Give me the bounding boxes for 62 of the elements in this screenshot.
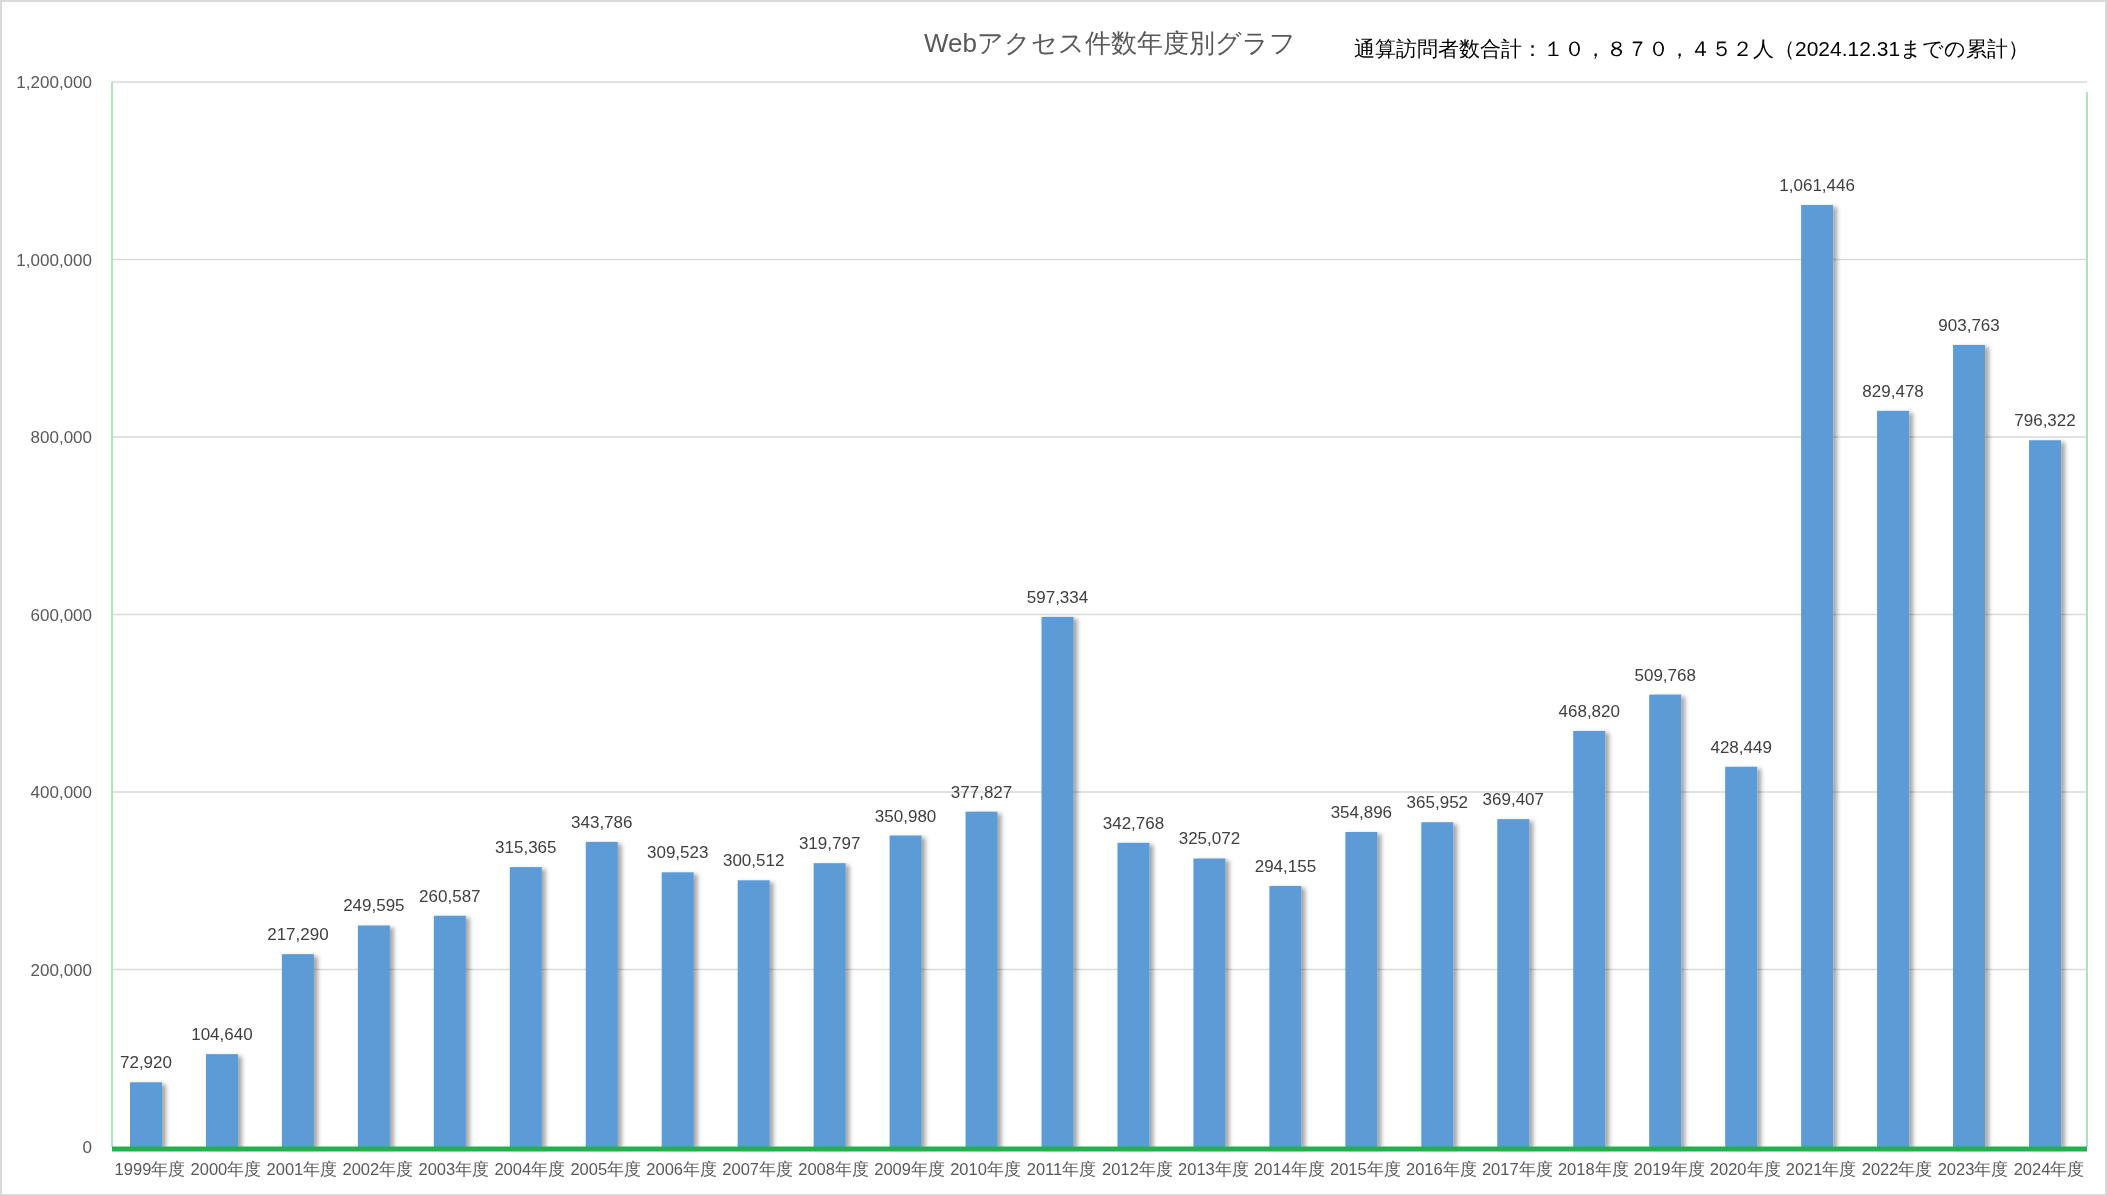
x-axis-label: 2001年度 xyxy=(266,1160,338,1178)
value-label: 319,797 xyxy=(798,834,861,854)
value-label: 796,322 xyxy=(2014,411,2076,431)
value-label: 829,478 xyxy=(1862,381,1924,401)
y-axis-label: 600,000 xyxy=(30,605,92,625)
x-axis-label: 2002年度 xyxy=(342,1160,414,1178)
y-axis-label: 800,000 xyxy=(30,428,92,447)
value-label: 350,980 xyxy=(874,806,937,826)
x-axis-label: 2006年度 xyxy=(646,1160,718,1178)
x-axis-label: 2013年度 xyxy=(1178,1160,1249,1178)
x-axis-label: 2004年度 xyxy=(494,1160,566,1178)
value-label: 597,334 xyxy=(1026,587,1089,607)
value-label: 343,786 xyxy=(571,812,633,832)
x-axis-label: 2009年度 xyxy=(874,1160,945,1178)
value-label: 300,512 xyxy=(722,851,785,871)
x-axis-label: 2012年度 xyxy=(1102,1160,1173,1178)
y-axis-label: 0 xyxy=(82,1138,92,1157)
x-axis-label: 2021年度 xyxy=(1785,1160,1857,1178)
value-label: 354,896 xyxy=(1330,803,1393,823)
value-label: 72,920 xyxy=(120,1053,172,1073)
value-label: 217,290 xyxy=(267,925,329,945)
x-axis-label: 2005年度 xyxy=(570,1160,642,1178)
x-axis-label: 2016年度 xyxy=(1405,1160,1477,1178)
y-axis-label: 1,200,000 xyxy=(16,73,92,92)
value-label: 365,952 xyxy=(1406,793,1469,813)
value-label: 249,595 xyxy=(343,896,405,916)
value-label: 309,523 xyxy=(647,843,709,863)
x-axis-label: 2014年度 xyxy=(1254,1160,1325,1178)
value-label: 428,449 xyxy=(1710,737,1772,757)
value-label: 260,587 xyxy=(419,886,481,906)
x-axis-label: 2022年度 xyxy=(1861,1160,1933,1178)
y-axis-label: 1,000,000 xyxy=(16,250,92,270)
value-label: 294,155 xyxy=(1254,856,1317,876)
value-label: 315,365 xyxy=(495,838,557,858)
y-axis-label: 200,000 xyxy=(30,960,92,980)
value-label: 342,768 xyxy=(1102,813,1165,833)
x-axis-label: 2024年度 xyxy=(2013,1160,2085,1178)
value-label: 509,768 xyxy=(1634,665,1696,685)
x-axis-label: 2000年度 xyxy=(190,1160,262,1178)
value-label: 468,820 xyxy=(1558,701,1620,721)
value-label: 104,640 xyxy=(191,1025,253,1045)
value-label: 325,072 xyxy=(1178,829,1241,849)
chart-title: Webアクセス件数年度別グラフ xyxy=(924,28,1296,58)
bar xyxy=(130,1082,162,1147)
x-axis-label: 2019年度 xyxy=(1633,1160,1705,1178)
x-axis-label: 2018年度 xyxy=(1557,1160,1629,1178)
value-label: 377,827 xyxy=(950,782,1013,802)
x-axis-label: 2007年度 xyxy=(722,1160,794,1178)
x-axis-label: 2015年度 xyxy=(1330,1160,1401,1178)
x-axis-label: 2017年度 xyxy=(1481,1160,1553,1178)
y-axis-label: 400,000 xyxy=(30,783,92,802)
value-label: 369,407 xyxy=(1482,790,1544,810)
x-axis-label: 2020年度 xyxy=(1709,1160,1781,1178)
x-axis-label: 2023年度 xyxy=(1937,1160,2009,1178)
x-axis-label: 2010年度 xyxy=(950,1160,1021,1178)
value-label: 1,061,446 xyxy=(1779,175,1855,195)
total-visitors-note: 通算訪問者数合計：１０，８７０，４５２人（2024.12.31までの累計） xyxy=(1354,37,2030,60)
x-axis-label: 2011年度 xyxy=(1026,1160,1097,1178)
x-axis-label: 1999年度 xyxy=(114,1160,186,1178)
x-axis-label: 2003年度 xyxy=(418,1160,490,1178)
value-label: 903,763 xyxy=(1938,315,2000,335)
x-axis-label: 2008年度 xyxy=(798,1160,869,1178)
